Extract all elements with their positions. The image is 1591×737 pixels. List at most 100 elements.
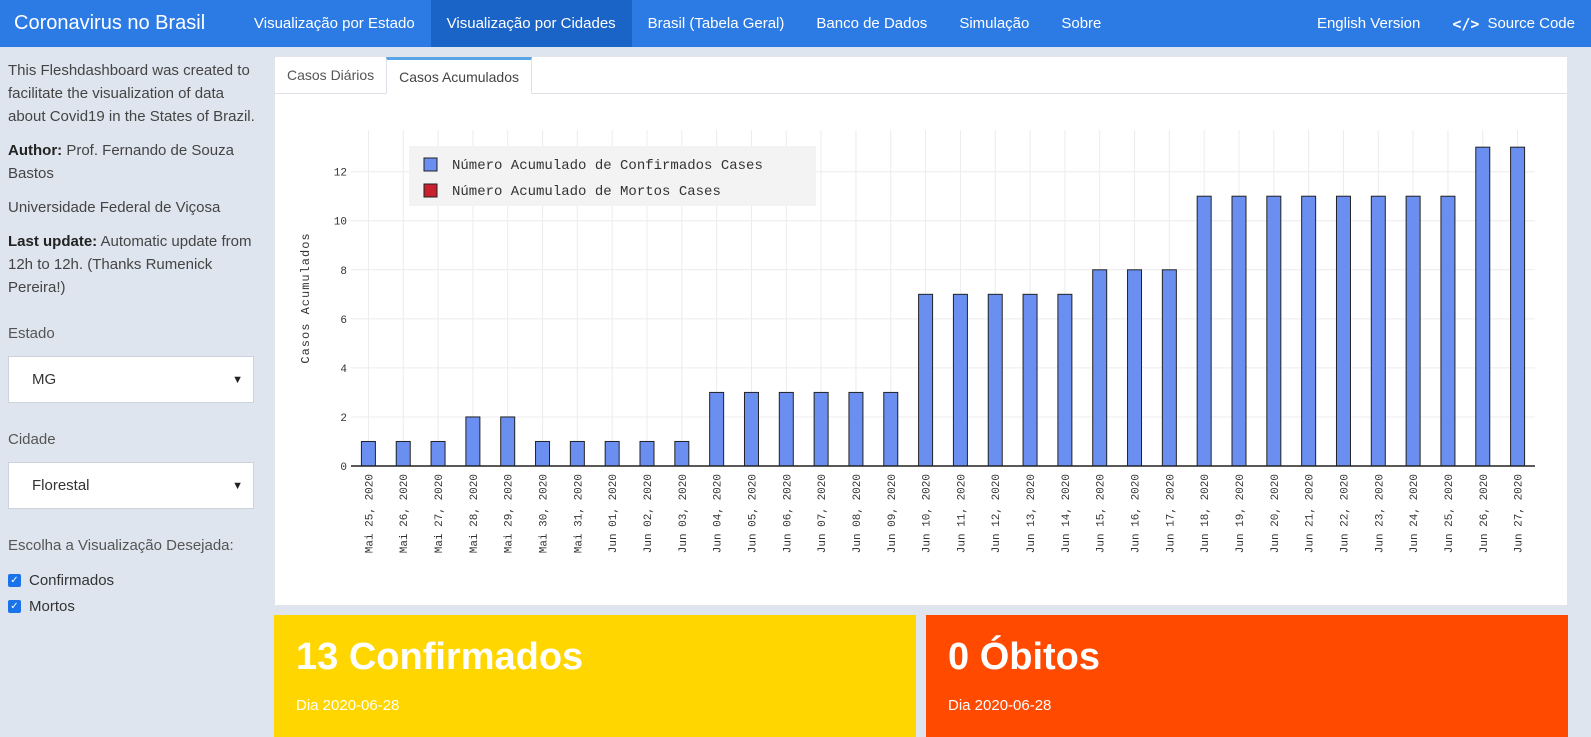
cidade-value: Florestal xyxy=(32,477,90,494)
bar-confirmados xyxy=(1266,195,1282,467)
tab-casos-diarios[interactable]: Casos Diários xyxy=(275,56,386,93)
bar-confirmados xyxy=(500,416,516,467)
check-confirmados-row[interactable]: ✓ Confirmados xyxy=(8,572,260,589)
confirmed-box: 13 Confirmados Dia 2020-06-28 xyxy=(274,615,916,737)
x-tick-label: Jun 20, 2020 xyxy=(1270,474,1282,553)
legend-label: Número Acumulado de Confirmados Cases xyxy=(452,158,763,174)
check-confirmados-label: Confirmados xyxy=(29,572,115,589)
bar-confirmados xyxy=(848,391,864,467)
estado-select[interactable]: MG ▼ xyxy=(8,356,254,403)
x-tick-label: Jun 12, 2020 xyxy=(991,474,1003,553)
x-tick-label: Jun 18, 2020 xyxy=(1200,474,1212,553)
nav-item-banco-dados[interactable]: Banco de Dados xyxy=(800,0,943,47)
x-tick-label: Mai 29, 2020 xyxy=(504,474,516,553)
x-tick-label: Jun 04, 2020 xyxy=(713,474,725,553)
bar-confirmados xyxy=(395,440,411,467)
bar-confirmados xyxy=(1510,146,1526,467)
x-tick-label: Jun 21, 2020 xyxy=(1305,474,1317,553)
bar-confirmados xyxy=(569,440,585,467)
x-tick-label: Mai 25, 2020 xyxy=(364,474,376,553)
x-tick-label: Jun 15, 2020 xyxy=(1096,474,1108,553)
bar-confirmados xyxy=(952,293,968,467)
bar-confirmados xyxy=(883,391,899,467)
y-tick-label: 6 xyxy=(340,315,347,327)
confirmed-count: 13 Confirmados xyxy=(296,636,584,678)
x-tick-label: Jun 10, 2020 xyxy=(922,474,934,553)
check-confirmados-box[interactable]: ✓ xyxy=(8,574,21,587)
english-version-link[interactable]: English Version xyxy=(1301,0,1436,47)
x-tick-label: Mai 26, 2020 xyxy=(399,474,411,553)
x-tick-label: Jun 03, 2020 xyxy=(678,474,690,553)
x-tick-label: Jun 27, 2020 xyxy=(1514,474,1526,553)
brand-title[interactable]: Coronavirus no Brasil xyxy=(0,0,238,47)
estado-label: Estado xyxy=(8,325,55,342)
legend-swatch xyxy=(423,157,438,172)
deaths-date: Dia 2020-06-28 xyxy=(948,697,1052,714)
deaths-box: 0 Óbitos Dia 2020-06-28 xyxy=(926,615,1568,737)
check-mortos-box[interactable]: ✓ xyxy=(8,600,21,613)
nav-item-sobre[interactable]: Sobre xyxy=(1045,0,1117,47)
x-tick-label: Jun 11, 2020 xyxy=(956,474,968,553)
chart-tabs: Casos Diários Casos Acumulados xyxy=(275,57,1567,94)
author-line: Author: Prof. Fernando de Souza Bastos xyxy=(8,139,260,185)
x-tick-label: Jun 23, 2020 xyxy=(1374,474,1386,553)
x-tick-label: Jun 22, 2020 xyxy=(1339,474,1351,553)
bar-confirmados xyxy=(1057,293,1073,467)
university-text: Universidade Federal de Viçosa xyxy=(8,199,221,216)
x-tick-label: Mai 30, 2020 xyxy=(539,474,551,553)
chart-panel: Casos Diários Casos Acumulados 0 2 4 6 8 10 12… xyxy=(274,56,1568,606)
cumulative-cases-chart: 0 2 4 6 8 10 12 Casos Acumulados Mai 25, 2020 Mai… xyxy=(299,130,1535,553)
bar-confirmados xyxy=(1475,146,1491,467)
legend-swatch xyxy=(423,183,438,198)
check-mortos-row[interactable]: ✓ Mortos xyxy=(8,598,260,615)
top-navbar: Coronavirus no Brasil Visualização por E… xyxy=(0,0,1591,47)
bar-confirmados xyxy=(1440,195,1456,467)
x-tick-label: Jun 06, 2020 xyxy=(782,474,794,553)
bar-confirmados xyxy=(709,391,725,467)
view-choice-label: Escolha a Visualização Desejada: xyxy=(8,537,234,554)
nav-item-cidades[interactable]: Visualização por Cidades xyxy=(430,0,632,47)
bar-confirmados xyxy=(1127,269,1143,467)
cidade-select[interactable]: Florestal ▼ xyxy=(8,462,254,509)
deaths-count: 0 Óbitos xyxy=(948,636,1101,678)
bar-confirmados xyxy=(1196,195,1212,467)
bar-confirmados xyxy=(1405,195,1421,467)
confirmed-date: Dia 2020-06-28 xyxy=(296,697,400,714)
x-tick-label: Jun 25, 2020 xyxy=(1444,474,1456,553)
nav-item-simulacao[interactable]: Simulação xyxy=(943,0,1045,47)
cidade-label: Cidade xyxy=(8,431,56,448)
y-tick-label: 8 xyxy=(340,266,347,278)
nav-item-estado[interactable]: Visualização por Estado xyxy=(238,0,431,47)
source-code-link[interactable]: </> Source Code xyxy=(1436,0,1591,47)
bar-confirmados xyxy=(743,391,759,467)
check-mortos-label: Mortos xyxy=(29,598,75,615)
update-label: Last update: xyxy=(8,233,98,250)
y-tick-label: 10 xyxy=(334,217,347,229)
bar-confirmados xyxy=(813,391,829,467)
nav-item-brasil-tabela[interactable]: Brasil (Tabela Geral) xyxy=(632,0,801,47)
x-tick-label: Jun 09, 2020 xyxy=(887,474,899,553)
x-tick-label: Mai 28, 2020 xyxy=(469,474,481,553)
y-tick-label: 4 xyxy=(340,364,347,376)
bar-confirmados xyxy=(639,440,655,467)
estado-value: MG xyxy=(32,371,57,388)
y-axis-label: Casos Acumulados xyxy=(299,232,313,363)
x-tick-label: Jun 26, 2020 xyxy=(1479,474,1491,553)
bar-confirmados xyxy=(1231,195,1247,467)
y-tick-label: 12 xyxy=(334,168,347,180)
x-tick-label: Jun 13, 2020 xyxy=(1026,474,1038,553)
bar-confirmados xyxy=(535,440,551,467)
x-tick-label: Jun 16, 2020 xyxy=(1131,474,1143,553)
update-line: Last update: Automatic update from 12h t… xyxy=(8,230,260,299)
code-icon: </> xyxy=(1452,14,1480,33)
bar-confirmados xyxy=(465,416,481,467)
bar-confirmados xyxy=(1161,269,1177,467)
tab-casos-acumulados[interactable]: Casos Acumulados xyxy=(386,57,532,94)
x-tick-label: Jun 17, 2020 xyxy=(1165,474,1177,553)
intro-text: This Fleshdashboard was created to facil… xyxy=(8,62,255,125)
bar-confirmados xyxy=(1335,195,1351,467)
x-tick-label: Jun 02, 2020 xyxy=(643,474,655,553)
x-tick-label: Jun 08, 2020 xyxy=(852,474,864,553)
author-label: Author: xyxy=(8,142,63,159)
